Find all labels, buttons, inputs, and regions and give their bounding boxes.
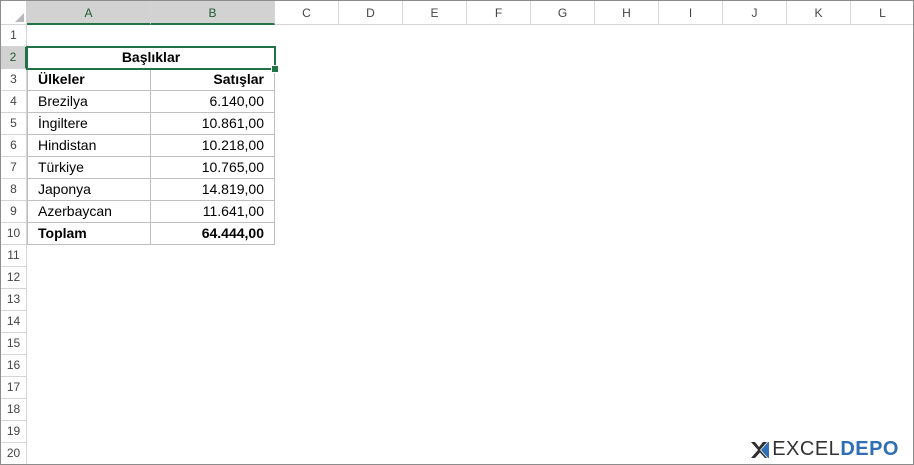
spreadsheet-grid: ABCDEFGHIJKL 1 2 3 4 5 6 7 8 9 10 11 12 13 14 15 16 17 18… <box>0 0 914 465</box>
select-all-triangle-icon <box>15 13 24 22</box>
column-header-a[interactable]: A <box>27 1 151 25</box>
row-header-14[interactable]: 14 <box>1 311 27 333</box>
column-header-h[interactable]: H <box>595 1 659 25</box>
excel-depo-logo: EXCEL DEPO <box>748 438 899 461</box>
row-header-8[interactable]: 8 <box>1 179 27 201</box>
row-header-9[interactable]: 9 <box>1 201 27 223</box>
column-header-k[interactable]: K <box>787 1 851 25</box>
select-all-corner[interactable] <box>1 1 27 25</box>
header-cell-countries[interactable]: Ülkeler <box>27 69 151 91</box>
country-cell[interactable]: Azerbaycan <box>27 201 151 223</box>
country-cell[interactable]: İngiltere <box>27 113 151 135</box>
row-header-3[interactable]: 3 <box>1 69 27 91</box>
column-header-d[interactable]: D <box>339 1 403 25</box>
column-header-c[interactable]: C <box>275 1 339 25</box>
selection-outline <box>26 46 276 70</box>
row-header-17[interactable]: 17 <box>1 377 27 399</box>
column-header-i[interactable]: I <box>659 1 723 25</box>
row-header-4[interactable]: 4 <box>1 91 27 113</box>
row-header-10[interactable]: 10 <box>1 223 27 245</box>
column-headers: ABCDEFGHIJKL <box>27 1 913 25</box>
column-header-e[interactable]: E <box>403 1 467 25</box>
row-header-19[interactable]: 19 <box>1 421 27 443</box>
sales-cell[interactable]: 14.819,00 <box>151 179 275 201</box>
logo-text-excel: EXCEL <box>772 438 841 460</box>
row-header-20[interactable]: 20 <box>1 443 27 464</box>
row-header-16[interactable]: 16 <box>1 355 27 377</box>
country-cell[interactable]: Brezilya <box>27 91 151 113</box>
column-header-g[interactable]: G <box>531 1 595 25</box>
row-header-18[interactable]: 18 <box>1 399 27 421</box>
sales-cell[interactable]: 10.765,00 <box>151 157 275 179</box>
row-header-13[interactable]: 13 <box>1 289 27 311</box>
row-header-11[interactable]: 11 <box>1 245 27 267</box>
row-header-15[interactable]: 15 <box>1 333 27 355</box>
total-value-cell[interactable]: 64.444,00 <box>151 223 275 245</box>
row-header-12[interactable]: 12 <box>1 267 27 289</box>
sales-cell[interactable]: 10.861,00 <box>151 113 275 135</box>
row-header-1[interactable]: 1 <box>1 25 27 47</box>
row-header-2[interactable]: 2 <box>1 47 27 69</box>
logo-x-icon <box>751 441 770 458</box>
country-cell[interactable]: Hindistan <box>27 135 151 157</box>
column-header-b[interactable]: B <box>151 1 275 25</box>
column-header-f[interactable]: F <box>467 1 531 25</box>
sales-cell[interactable]: 10.218,00 <box>151 135 275 157</box>
fill-handle[interactable] <box>271 65 279 73</box>
header-cell-sales[interactable]: Satışlar <box>151 69 275 91</box>
logo-text-depo: DEPO <box>840 438 899 460</box>
sales-cell[interactable]: 11.641,00 <box>151 201 275 223</box>
row-header-6[interactable]: 6 <box>1 135 27 157</box>
country-cell[interactable]: Japonya <box>27 179 151 201</box>
column-header-j[interactable]: J <box>723 1 787 25</box>
column-header-l[interactable]: L <box>851 1 913 25</box>
row-header-7[interactable]: 7 <box>1 157 27 179</box>
country-cell[interactable]: Türkiye <box>27 157 151 179</box>
sales-cell[interactable]: 6.140,00 <box>151 91 275 113</box>
row-header-5[interactable]: 5 <box>1 113 27 135</box>
total-label-cell[interactable]: Toplam <box>27 223 151 245</box>
